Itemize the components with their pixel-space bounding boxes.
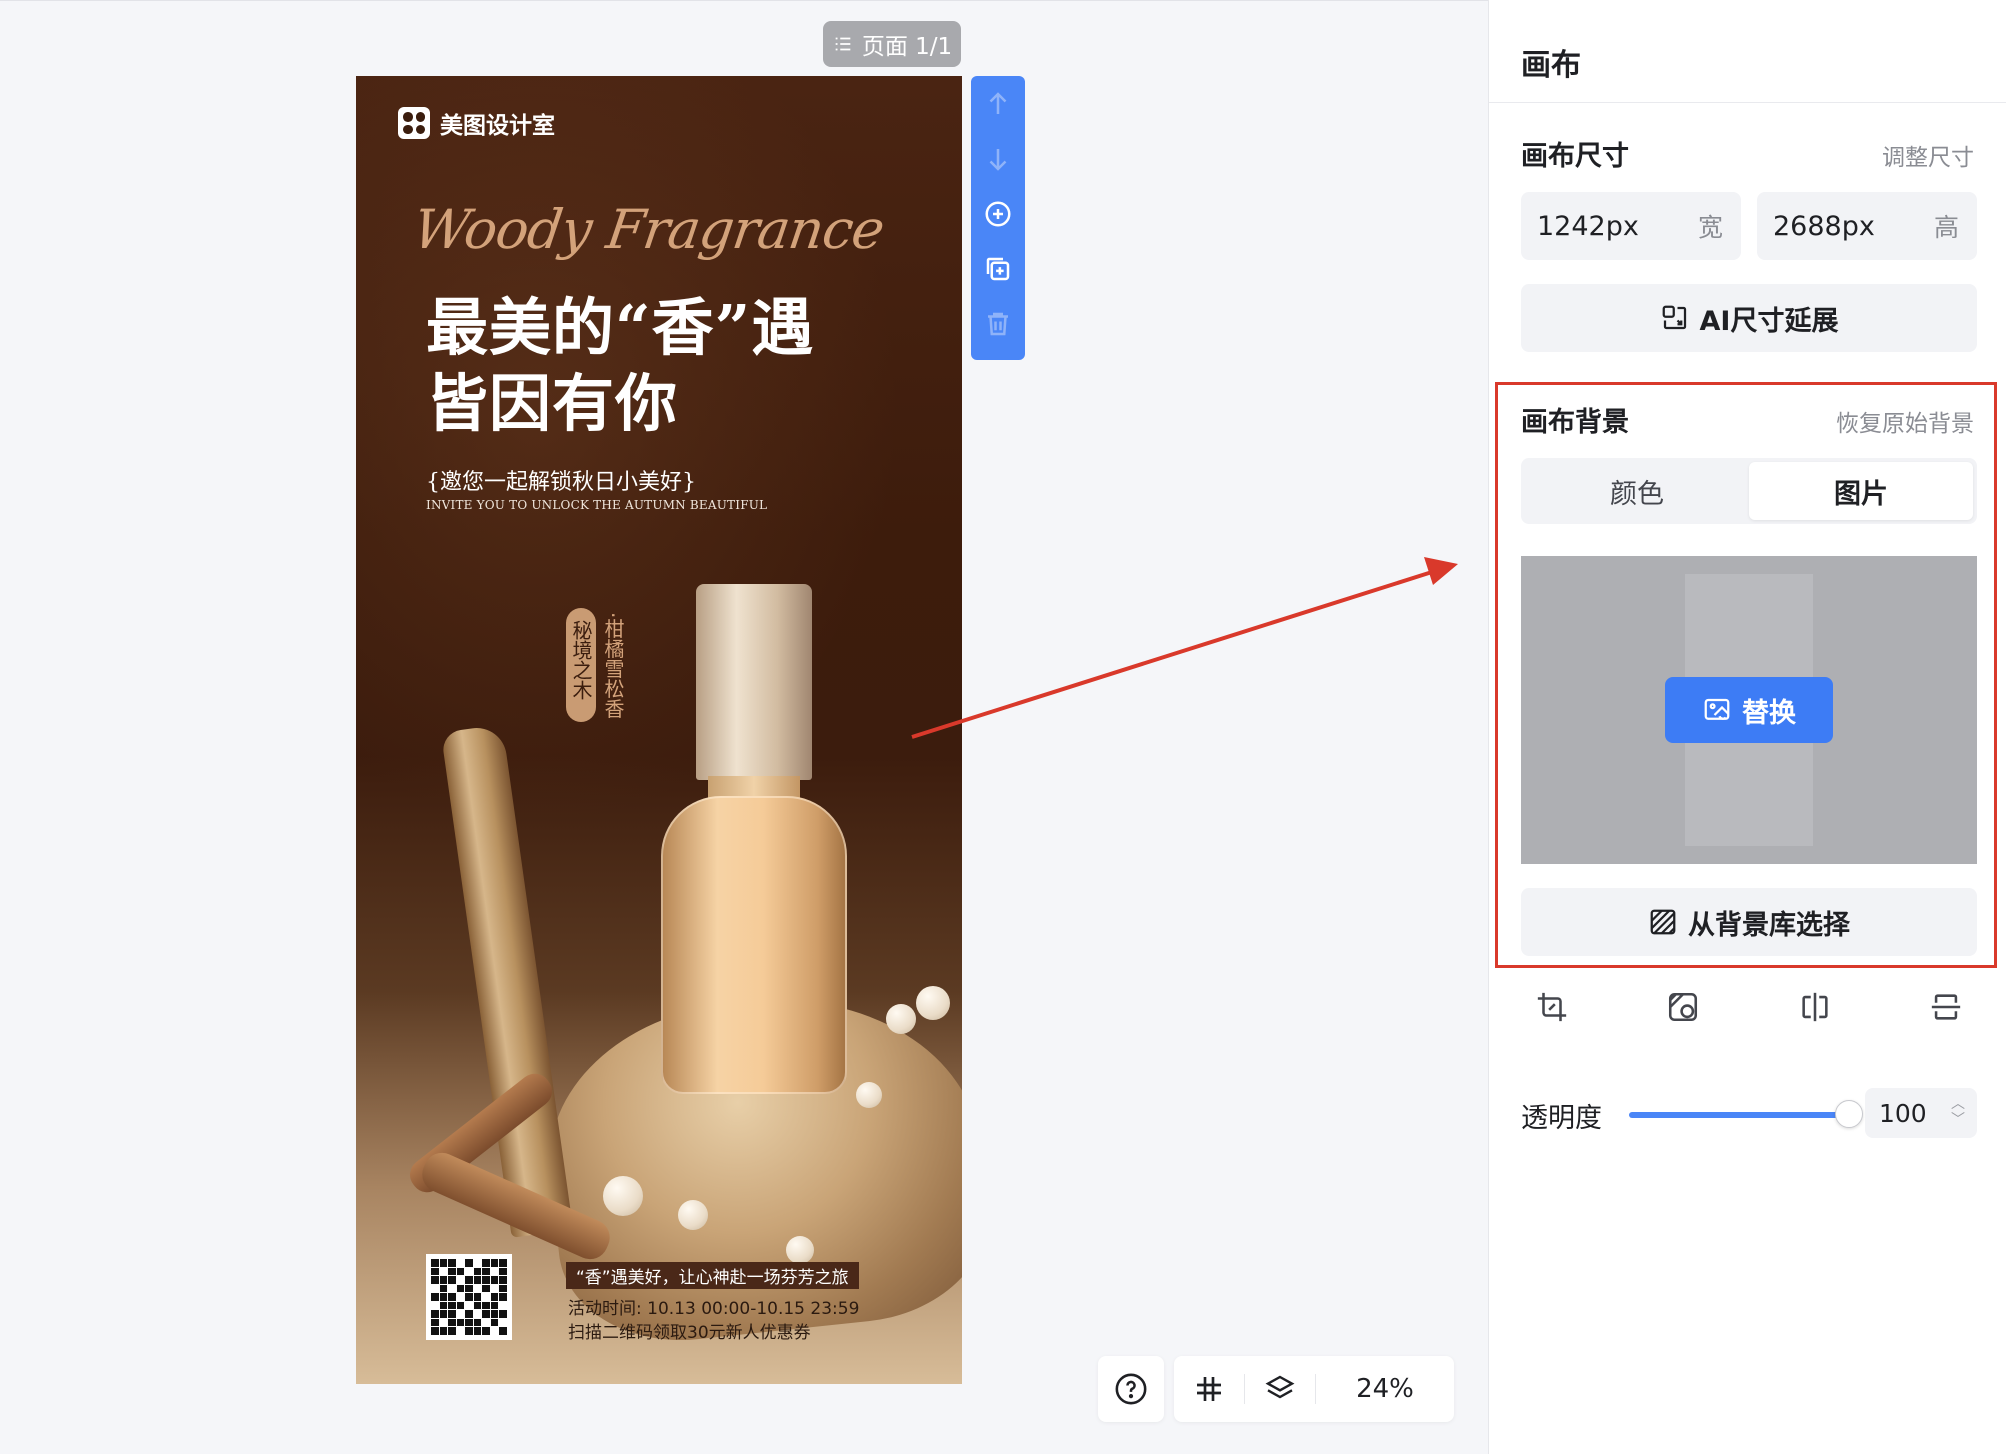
duplicate-page-button[interactable] [980,251,1016,287]
promo-coupon: 扫描二维码领取30元新人优惠券 [568,1323,811,1343]
add-circle-icon [985,201,1011,227]
pearl-image [786,1236,814,1264]
opacity-slider-track[interactable] [1629,1112,1839,1118]
height-value: 2688px [1773,210,1875,242]
image-adjust-icon [1669,992,1698,1022]
layers-button[interactable] [1245,1356,1315,1422]
promo-time: 活动时间: 10.13 00:00-10.15 23:59 [568,1299,860,1319]
flip-horizontal-icon [1802,992,1828,1022]
qr-code [426,1254,512,1340]
width-value: 1242px [1537,210,1639,242]
element-toolbar [971,76,1025,360]
view-controls: 24% [1174,1356,1454,1422]
image-replace-icon [1704,698,1730,720]
canvas-size-label: 画布尺寸 [1521,141,1629,172]
grid-icon [1197,1377,1221,1401]
width-field[interactable]: 1242px 宽 [1521,192,1741,260]
height-field[interactable]: 2688px 高 [1757,192,1977,260]
width-unit: 宽 [1697,213,1723,242]
crop-icon [1537,992,1567,1022]
tag-vertical: ·柑橘雪松香 [601,612,625,719]
perfume-bottle-image [661,796,847,1094]
image-tools [1521,988,1977,1026]
background-library-label: 从背景库选择 [1688,909,1850,941]
tag-pill: 秘境之木 [566,608,596,722]
stepper-icon[interactable]: ︿ ﹀ [1951,1096,1965,1128]
promo-title: “香”遇美好，让心神赴一场芬芳之旅 [566,1262,859,1289]
duplicate-icon [986,257,1010,281]
opacity-input[interactable]: 100 ︿ ﹀ [1865,1088,1977,1138]
background-library-button[interactable]: 从背景库选择 [1521,888,1977,956]
page-indicator[interactable]: 页面 1/1 [823,21,961,67]
ai-size-extend-label: AI尺寸延展 [1699,305,1839,337]
subtitle-cn: {邀您一起解锁秋日小美好} [426,470,696,495]
opacity-value: 100 [1879,1098,1927,1128]
headline: 最美的“香”遇 皆因有你 [426,290,814,442]
headline-line-1: 最美的“香”遇 [426,291,815,364]
flip-vertical-button[interactable] [1927,988,1965,1026]
texture-icon [1650,909,1676,935]
delete-page-button[interactable] [980,306,1016,342]
crop-button[interactable] [1533,988,1571,1026]
canvas-background-label: 画布背景 [1521,407,1629,438]
move-up-button[interactable] [980,86,1016,122]
flip-vertical-icon [1931,994,1961,1020]
pearl-image [603,1176,643,1216]
help-button[interactable] [1098,1356,1164,1422]
height-unit: 高 [1933,213,1959,242]
opacity-label: 透明度 [1521,1103,1602,1134]
arrow-up-icon [989,92,1007,114]
restore-background-link[interactable]: 恢复原始背景 [1836,404,1974,438]
pearl-image [916,986,950,1020]
poster-canvas[interactable]: 美图设计室 Woody Fragrance 最美的“香”遇 皆因有你 {邀您一起… [356,76,962,1384]
page-indicator-label: 页面 1/1 [861,34,953,60]
headline-line-2: 皆因有你 [426,367,679,440]
top-border [0,0,1488,5]
tab-image[interactable]: 图片 [1749,462,1973,520]
tab-color[interactable]: 颜色 [1525,462,1749,520]
background-preview: 替换 [1521,556,1977,864]
add-page-button[interactable] [980,196,1016,232]
resize-icon [1662,305,1686,330]
script-title: Woody Fragrance [409,198,888,261]
brand-name: 美图设计室 [440,113,555,139]
flip-horizontal-button[interactable] [1796,988,1834,1026]
panel-title: 画布 [1521,48,1581,83]
move-down-button[interactable] [980,141,1016,177]
subtitle-en: INVITE YOU TO UNLOCK THE AUTUMN BEAUTIFU… [426,498,768,512]
arrow-down-icon [989,149,1007,171]
properties-panel: 画布 画布尺寸 调整尺寸 1242px 宽 2688px 高 AI尺寸延展 画布… [1488,0,2006,1454]
ai-size-extend-button[interactable]: AI尺寸延展 [1521,284,1977,352]
grid-toggle-button[interactable] [1174,1356,1244,1422]
zoom-level[interactable]: 24% [1316,1374,1454,1404]
replace-label: 替换 [1742,697,1796,729]
replace-button[interactable]: 替换 [1665,677,1833,743]
adjust-size-link[interactable]: 调整尺寸 [1882,138,1974,172]
background-type-tabs: 颜色 图片 [1521,458,1977,524]
bottle-cap-image [696,584,812,780]
layers-icon [1265,1375,1295,1399]
question-icon [1115,1373,1147,1405]
brand-logo: 美图设计室 [398,106,555,140]
pearl-image [856,1082,882,1108]
pearl-image [678,1200,708,1230]
divider [1489,102,2006,103]
trash-icon [988,312,1008,336]
list-icon [835,37,851,51]
image-adjust-button[interactable] [1664,988,1702,1026]
opacity-slider-thumb[interactable] [1835,1100,1863,1128]
pearl-image [886,1004,916,1034]
brand-logo-icon [398,107,430,139]
